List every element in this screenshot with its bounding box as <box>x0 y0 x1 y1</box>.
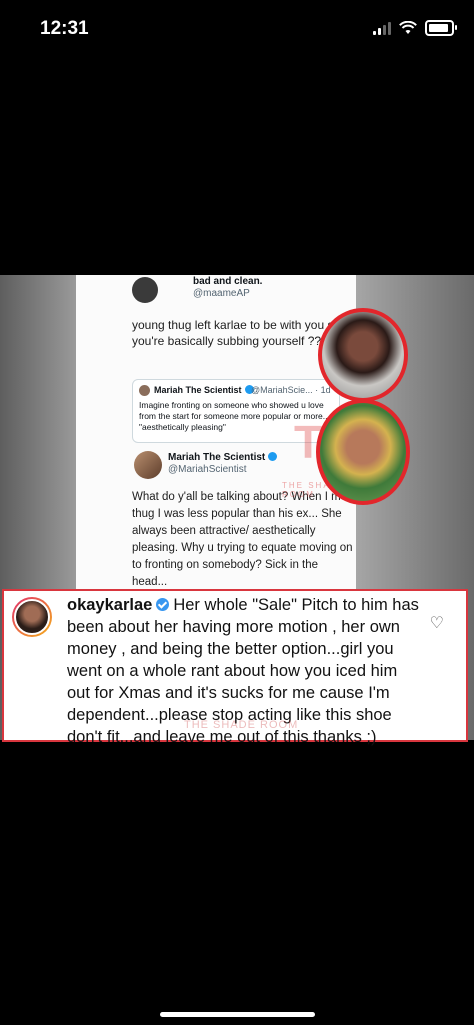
verified-badge-icon <box>156 598 170 611</box>
quoted-author-handle: @MariahScie... · 1d <box>251 385 331 395</box>
tweet-avatar <box>132 277 158 303</box>
reply-author-name: Mariah The Scientist <box>168 452 278 463</box>
quoted-author-name: Mariah The Scientist <box>154 385 254 395</box>
tweet-author-name: bad and clean. <box>193 276 263 287</box>
commenter-avatar[interactable] <box>12 597 52 637</box>
heart-icon[interactable]: ♡ <box>430 613 444 633</box>
status-bar: 12:31 <box>0 0 474 60</box>
reply-author-handle: @MariahScientist <box>168 464 247 475</box>
tweet-author-handle: @maameAP <box>193 288 250 299</box>
battery-icon <box>425 20 457 36</box>
verified-badge-icon <box>268 452 278 461</box>
wifi-icon <box>399 21 417 34</box>
reply-body: What do y'all be talking about? When I m… <box>132 491 353 588</box>
tweet-screenshot: bad and clean. @maameAP young thug left … <box>76 275 356 595</box>
status-time: 12:31 <box>40 18 89 39</box>
quoted-avatar <box>139 385 150 396</box>
status-icons <box>373 20 457 36</box>
commenter-avatar-photo <box>14 599 50 635</box>
instagram-comment: okaykarlae Her whole "Sale" Pitch to him … <box>2 589 468 746</box>
photo-circle-2 <box>316 399 410 505</box>
comment-username[interactable]: okaykarlae <box>67 596 152 614</box>
comment-watermark: THE SHADE ROOM <box>184 719 299 731</box>
reply-avatar <box>134 451 162 479</box>
cellular-signal-icon <box>373 21 391 35</box>
home-indicator <box>160 1012 315 1017</box>
photo-circle-1 <box>318 308 408 402</box>
